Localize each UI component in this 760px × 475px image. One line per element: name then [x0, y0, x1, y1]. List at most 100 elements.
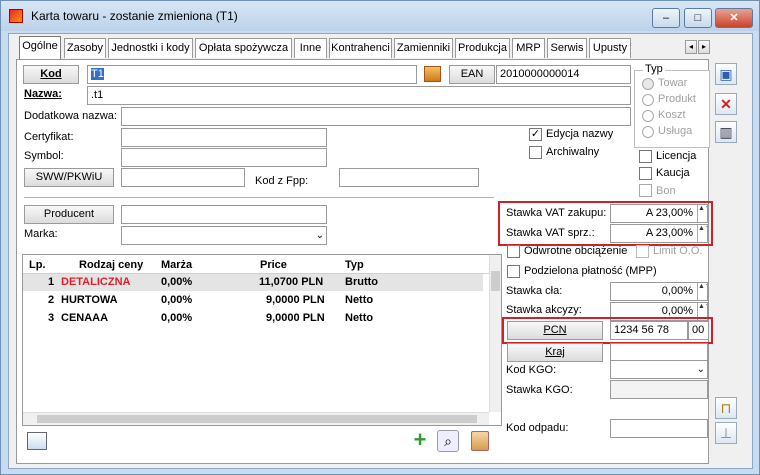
stawka-cla-spinner[interactable]: ▲▼: [697, 283, 707, 300]
typ-koszt-radio[interactable]: [642, 110, 654, 122]
window: Karta towaru - zostanie zmieniona (T1) ‒…: [0, 0, 760, 475]
ean-button[interactable]: EAN: [449, 65, 495, 84]
stawka-cla-field[interactable]: 0,00% ▲▼: [610, 282, 708, 301]
close-button[interactable]: ✕: [715, 8, 753, 28]
tab-ogolne[interactable]: Ogólne: [19, 36, 61, 59]
typ-towar-radio[interactable]: [642, 78, 654, 90]
stawka-akcyzy-value: 0,00%: [661, 305, 693, 317]
add-icon[interactable]: +: [409, 429, 431, 452]
vat-zakupu-label: Stawka VAT zakupu:: [506, 207, 607, 219]
kraj-button[interactable]: Kraj: [507, 343, 603, 362]
kaucja-checkbox[interactable]: [639, 167, 652, 180]
tab-kontrahenci[interactable]: Kontrahenci: [329, 38, 392, 58]
close-form-icon[interactable]: ✕: [715, 93, 737, 115]
dodatkowa-nazwa-field[interactable]: [121, 107, 631, 126]
certyfikat-label: Certyfikat:: [24, 131, 74, 143]
bon-checkbox[interactable]: [639, 184, 652, 197]
odwrotne-checkbox[interactable]: [507, 245, 520, 258]
row-rodzaj: CENAAA: [61, 312, 109, 324]
vat-zakupu-field[interactable]: A 23,00% ▲▼: [610, 204, 708, 223]
search-icon[interactable]: ⌕: [437, 430, 459, 452]
row-price: 9,0000 PLN: [266, 294, 325, 306]
tab-scroll-left-button[interactable]: ◂: [685, 40, 697, 54]
col-header-marza[interactable]: Marża: [161, 259, 192, 271]
tab-zamienniki[interactable]: Zamienniki: [394, 38, 453, 58]
typ-produkt-radio[interactable]: [642, 94, 654, 106]
table-row[interactable]: 2 HURTOWA 0,00% 9,0000 PLN Netto: [23, 292, 483, 309]
tab-jednostki[interactable]: Jednostki i kody: [108, 38, 193, 58]
stawka-akcyzy-label: Stawka akcyzy:: [506, 304, 582, 316]
tab-produkcja[interactable]: Produkcja: [455, 38, 510, 58]
certyfikat-field[interactable]: [121, 128, 327, 147]
tab-zasoby[interactable]: Zasoby: [64, 38, 106, 58]
kod-fpp-field[interactable]: [339, 168, 479, 187]
vat-sprz-spinner[interactable]: ▲▼: [697, 225, 707, 242]
vertical-scrollbar[interactable]: [489, 255, 501, 412]
report-icon[interactable]: [27, 432, 47, 450]
podzielona-label: Podzielona płatność (MPP): [524, 265, 657, 277]
book-icon[interactable]: ▥: [715, 121, 737, 143]
row-lp: 1: [48, 276, 55, 288]
stawka-kgo-field[interactable]: [610, 380, 708, 399]
col-header-rodzaj[interactable]: Rodzaj ceny: [79, 259, 143, 271]
price-grid: Lp. Rodzaj ceny Marża Price Typ 1 DETALI…: [22, 254, 502, 426]
typ-usluga-label: Usługa: [658, 125, 693, 137]
col-header-typ[interactable]: Typ: [345, 259, 364, 271]
table-row[interactable]: 3 CENAAA 0,00% 9,0000 PLN Netto: [23, 310, 483, 327]
lock-icon[interactable]: ⊓: [715, 397, 737, 419]
minimize-button[interactable]: ‒: [652, 8, 680, 28]
tab-inne[interactable]: Inne: [294, 38, 327, 58]
delete-icon[interactable]: [471, 431, 489, 451]
archiwalny-checkbox[interactable]: [529, 146, 542, 159]
producent-field[interactable]: [121, 205, 327, 224]
row-typ: Netto: [345, 294, 374, 306]
kod-field[interactable]: T1: [87, 65, 417, 84]
vat-sprz-field[interactable]: A 23,00% ▲▼: [610, 224, 708, 243]
horizontal-scrollbar[interactable]: [23, 412, 489, 425]
pin-icon[interactable]: ⊥: [715, 422, 737, 444]
archiwalny-label: Archiwalny: [546, 146, 600, 158]
maximize-button[interactable]: □: [684, 8, 712, 28]
kod-button[interactable]: Kod: [23, 65, 79, 84]
col-header-price[interactable]: Price: [260, 259, 287, 271]
podzielona-checkbox[interactable]: [507, 265, 520, 278]
tab-upusty[interactable]: Upusty: [589, 38, 631, 58]
kod-kgo-label: Kod KGO:: [506, 364, 557, 376]
chevron-down-icon: ⌄: [696, 364, 705, 375]
typ-produkt-label: Produkt: [658, 93, 696, 105]
ean-field[interactable]: 2010000000014: [496, 65, 631, 84]
table-row[interactable]: 1 DETALICZNA 0,00% 11,0700 PLN Brutto: [23, 274, 483, 291]
row-rodzaj: HURTOWA: [61, 294, 118, 306]
pcn-button[interactable]: PCN: [507, 321, 603, 340]
pcn-suffix-field[interactable]: 00: [688, 321, 709, 340]
licencja-checkbox[interactable]: [639, 150, 652, 163]
limit-checkbox[interactable]: [636, 245, 649, 258]
sww-field[interactable]: [121, 168, 245, 187]
row-marza: 0,00%: [161, 312, 193, 324]
symbol-field[interactable]: [121, 148, 327, 167]
nazwa-field[interactable]: .t1: [87, 86, 631, 105]
tab-scroll-right-button[interactable]: ▸: [698, 40, 710, 54]
pcn-field[interactable]: 1234 56 78: [610, 321, 688, 340]
tab-serwis[interactable]: Serwis: [547, 38, 587, 58]
kod-odpadu-field[interactable]: [610, 419, 708, 438]
kod-kgo-select[interactable]: ⌄: [610, 360, 708, 379]
vat-zakupu-spinner[interactable]: ▲▼: [697, 205, 707, 222]
kod-odpadu-label: Kod odpadu:: [506, 422, 569, 434]
tab-oplata[interactable]: Opłata spożywcza: [195, 38, 292, 58]
scrollbar-thumb[interactable]: [491, 271, 500, 291]
vat-sprz-value: A 23,00%: [645, 227, 693, 239]
save-icon[interactable]: ▣: [715, 63, 737, 85]
marka-select[interactable]: ⌄: [121, 226, 327, 245]
sww-button[interactable]: SWW/PKWiU: [24, 168, 114, 187]
scrollbar-thumb[interactable]: [37, 415, 477, 423]
row-marza: 0,00%: [161, 294, 193, 306]
title-bar: Karta towaru - zostanie zmieniona (T1) ‒…: [1, 1, 759, 31]
typ-usluga-radio[interactable]: [642, 126, 654, 138]
producent-button[interactable]: Producent: [24, 205, 114, 224]
lookup-icon[interactable]: [424, 66, 441, 82]
edycja-nazwy-checkbox[interactable]: ✓: [529, 128, 542, 141]
col-header-lp[interactable]: Lp.: [29, 259, 46, 271]
limit-label: Limit O.O.: [653, 245, 703, 257]
tab-mrp[interactable]: MRP: [512, 38, 545, 58]
